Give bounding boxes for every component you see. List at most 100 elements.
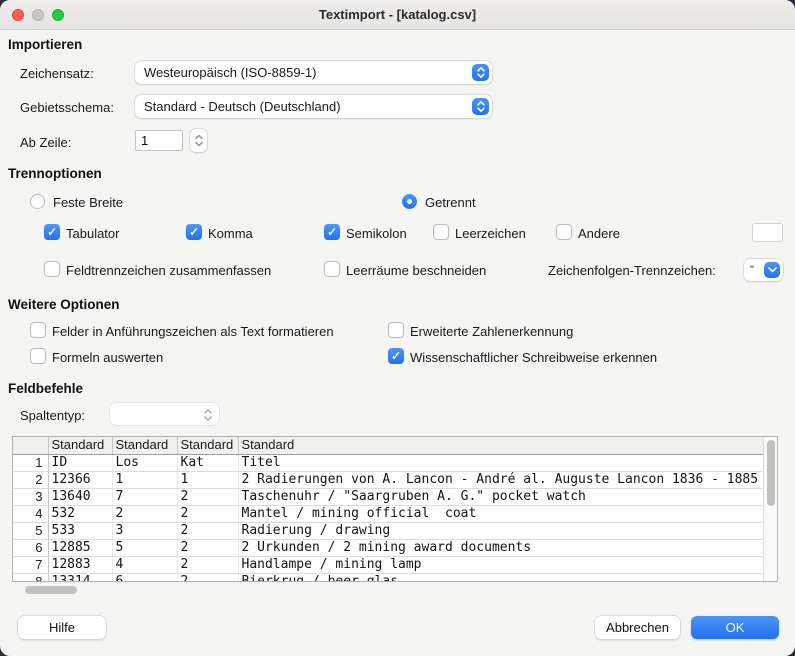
from-row-stepper[interactable] [190,129,207,152]
table-cell: 2 [177,505,238,522]
column-header[interactable]: Standard [48,437,112,454]
stepper-arrows-icon [194,133,204,148]
tabulator-checkbox[interactable]: ✓ [44,224,60,240]
table-cell: 2 [112,505,177,522]
section-fields-heading: Feldbefehle [8,381,83,396]
row-number: 5 [13,522,48,539]
column-header[interactable]: Standard [238,437,765,454]
preview-table-body: 1IDLosKatTitel212366112 Radierungen von … [13,454,765,582]
andere-label[interactable]: Andere [578,226,620,241]
row-number: 3 [13,488,48,505]
table-cell: 2 Radierungen von A. Lancon - André al. … [238,471,765,488]
vertical-scrollbar[interactable] [763,437,777,581]
row-number: 8 [13,573,48,582]
column-header[interactable]: Standard [177,437,238,454]
table-header-row: Standard Standard Standard Standard [13,437,765,454]
table-cell: 2 [177,556,238,573]
locale-select[interactable]: Standard - Deutsch (Deutschland) [135,95,492,118]
table-cell: 12883 [48,556,112,573]
table-cell: 12885 [48,539,112,556]
table-row: 71288342Handlampe / mining lamp [13,556,765,573]
checkmark-icon: ✓ [324,224,340,240]
merge-delimiters-checkbox[interactable]: ✓ [44,261,60,277]
table-cell: 5 [112,539,177,556]
row-number: 7 [13,556,48,573]
locale-label: Gebietsschema: [20,100,114,115]
table-cell: 2 [177,573,238,582]
checkmark-icon: ✓ [388,348,404,364]
row-number: 4 [13,505,48,522]
horizontal-scrollbar-thumb[interactable] [25,586,77,594]
komma-checkbox[interactable]: ✓ [186,224,202,240]
popup-stepper-icon [472,98,489,115]
leerzeichen-label[interactable]: Leerzeichen [455,226,526,241]
table-cell: 532 [48,505,112,522]
table-cell: 533 [48,522,112,539]
table-cell: 3 [112,522,177,539]
combo-dropdown-icon [764,262,780,278]
evaluate-formulas-checkbox[interactable]: ✓ [30,348,46,364]
separated-label[interactable]: Getrennt [425,195,476,210]
charset-label: Zeichensatz: [20,66,94,81]
other-separator-input[interactable] [752,223,783,242]
corner-header-cell [13,437,48,454]
semikolon-checkbox[interactable]: ✓ [324,224,340,240]
table-row: 31364072Taschenuhr / "Saargruben A. G." … [13,488,765,505]
andere-checkbox[interactable]: ✓ [556,224,572,240]
fixed-width-radio[interactable] [30,194,45,209]
charset-select[interactable]: Westeuropäisch (ISO-8859-1) [135,61,492,84]
table-cell: Bierkrug / beer glas [238,573,765,582]
string-delimiter-value: " [750,259,761,281]
table-row: 212366112 Radierungen von A. Lancon - An… [13,471,765,488]
table-cell: Kat [177,454,238,471]
table-row: 612885522 Urkunden / 2 mining award docu… [13,539,765,556]
quoted-as-text-checkbox[interactable]: ✓ [30,322,46,338]
table-cell: Handlampe / mining lamp [238,556,765,573]
ok-button[interactable]: OK [691,616,779,639]
komma-label[interactable]: Komma [208,226,253,241]
table-cell: 2 [177,522,238,539]
table-cell: 1 [112,471,177,488]
horizontal-scrollbar[interactable] [12,584,778,596]
row-number: 1 [13,454,48,471]
special-numbers-label[interactable]: Erweiterte Zahlenerkennung [410,324,573,339]
trim-spaces-checkbox[interactable]: ✓ [324,261,340,277]
quoted-as-text-label[interactable]: Felder in Anführungszeichen als Text for… [52,324,334,339]
table-cell: 7 [112,488,177,505]
table-cell: Taschenuhr / "Saargruben A. G." pocket w… [238,488,765,505]
merge-delimiters-label[interactable]: Feldtrennzeichen zusammenfassen [66,263,271,278]
evaluate-formulas-label[interactable]: Formeln auswerten [52,350,163,365]
table-cell: Titel [238,454,765,471]
separated-radio[interactable] [402,194,417,209]
table-cell: ID [48,454,112,471]
table-cell: 2 [177,488,238,505]
help-button[interactable]: Hilfe [18,616,106,639]
trim-spaces-label[interactable]: Leerräume beschneiden [346,263,486,278]
table-cell: 12366 [48,471,112,488]
charset-value: Westeuropäisch (ISO-8859-1) [144,61,466,84]
tabulator-label[interactable]: Tabulator [66,226,119,241]
column-header[interactable]: Standard [112,437,177,454]
scientific-notation-label[interactable]: Wissenschaftlicher Schreibweise erkennen [410,350,657,365]
preview-table[interactable]: Standard Standard Standard Standard 1IDL… [12,436,778,582]
section-import-heading: Importieren [8,37,82,52]
popup-stepper-icon [472,64,489,81]
title-bar[interactable]: Textimport - [katalog.csv] [0,0,795,30]
table-cell: 1 [177,471,238,488]
leerzeichen-checkbox[interactable]: ✓ [433,224,449,240]
cancel-button[interactable]: Abbrechen [595,616,680,639]
table-cell: 2 [177,539,238,556]
fixed-width-label[interactable]: Feste Breite [53,195,123,210]
string-delimiter-combobox[interactable]: " [744,259,783,281]
scientific-notation-checkbox[interactable]: ✓ [388,348,404,364]
checkmark-icon: ✓ [44,224,60,240]
table-cell: 13640 [48,488,112,505]
semikolon-label[interactable]: Semikolon [346,226,407,241]
table-row: 1IDLosKatTitel [13,454,765,471]
special-numbers-checkbox[interactable]: ✓ [388,322,404,338]
vertical-scrollbar-thumb[interactable] [767,440,775,506]
locale-value: Standard - Deutsch (Deutschland) [144,95,466,118]
table-cell: 4 [112,556,177,573]
from-row-input[interactable] [135,130,183,151]
row-number: 6 [13,539,48,556]
